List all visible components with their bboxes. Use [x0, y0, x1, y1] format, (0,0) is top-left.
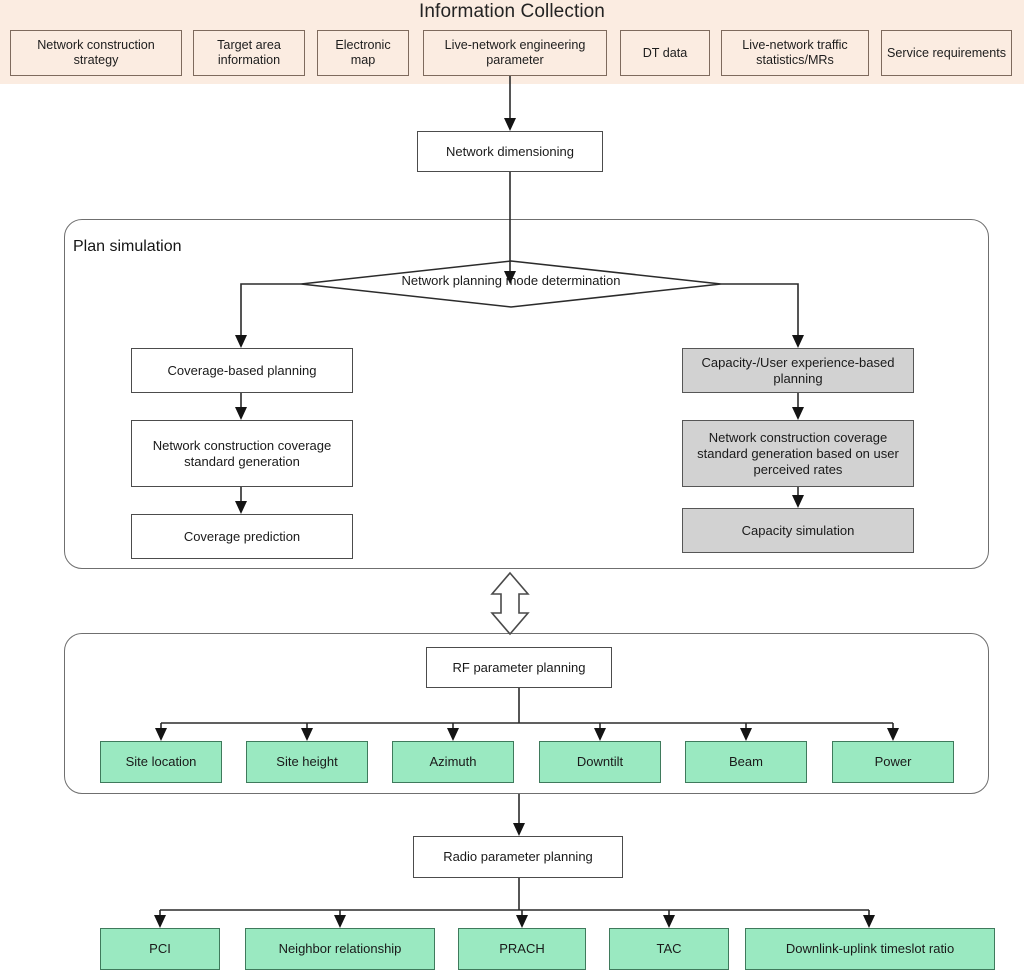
radio-parameter-planning-box[interactable]: Radio parameter planning — [413, 836, 623, 878]
box-label: Site location — [125, 754, 197, 769]
bidirectional-arrow-icon — [490, 571, 530, 636]
radio-parameter-planning-label: Radio parameter planning — [443, 849, 593, 864]
source-box-label: Target area information — [217, 38, 281, 67]
network-dimensioning-box[interactable]: Network dimensioning — [417, 131, 603, 172]
source-box-electronic-map[interactable]: Electronic map — [317, 30, 409, 76]
box-label: Coverage-based planning — [167, 362, 317, 378]
source-box-label: Service requirements — [887, 45, 1006, 60]
source-box-target-area-information[interactable]: Target area information — [193, 30, 305, 76]
decision-label: Network planning mode determination — [401, 273, 621, 288]
capacity-user-experience-based-planning-box[interactable]: Capacity-/User experience-based planning — [682, 348, 914, 393]
radio-item-downlink-uplink-timeslot-ratio[interactable]: Downlink-uplink timeslot ratio — [745, 928, 995, 970]
arrowhead-radio-1 — [154, 915, 166, 928]
rf-parameter-planning-box[interactable]: RF parameter planning — [426, 647, 612, 688]
arrowhead-radio-4 — [663, 915, 675, 928]
box-label: PCI — [149, 941, 171, 956]
box-label: Site height — [276, 754, 338, 769]
source-box-label: Live-network engineering parameter — [444, 38, 586, 67]
network-planning-mode-decision[interactable]: Network planning mode determination — [301, 259, 721, 309]
box-label: Beam — [729, 754, 763, 769]
box-label: Capacity-/User experience-based planning — [701, 354, 895, 386]
box-label: Power — [874, 754, 912, 769]
rf-parameter-planning-label: RF parameter planning — [452, 659, 586, 675]
capacity-simulation-box[interactable]: Capacity simulation — [682, 508, 914, 553]
box-label: Network construction coverage standard g… — [697, 429, 899, 477]
box-label: Capacity simulation — [741, 522, 855, 538]
source-box-network-construction-strategy[interactable]: Network construction strategy — [10, 30, 182, 76]
box-label: Network construction coverage standard g… — [152, 437, 332, 469]
arrowhead-radio-3 — [516, 915, 528, 928]
arrowhead-radio-2 — [334, 915, 346, 928]
radio-item-prach[interactable]: PRACH — [458, 928, 586, 970]
coverage-prediction-box[interactable]: Coverage prediction — [131, 514, 353, 559]
box-label: Neighbor relationship — [278, 941, 402, 956]
source-box-live-network-engineering-parameter[interactable]: Live-network engineering parameter — [423, 30, 607, 76]
source-box-label: Electronic map — [335, 38, 391, 67]
plan-simulation-label: Plan simulation — [73, 238, 182, 255]
rf-item-site-height[interactable]: Site height — [246, 741, 368, 783]
box-label: Downtilt — [576, 754, 624, 769]
radio-item-pci[interactable]: PCI — [100, 928, 220, 970]
source-box-label: Network construction strategy — [37, 38, 155, 67]
radio-item-tac[interactable]: TAC — [609, 928, 729, 970]
arrowhead-dimensioning — [504, 118, 516, 131]
source-box-live-network-traffic-statistics[interactable]: Live-network traffic statistics/MRs — [721, 30, 869, 76]
banner-title: Information Collection — [419, 1, 605, 22]
network-construction-coverage-standard-generation-box[interactable]: Network construction coverage standard g… — [131, 420, 353, 487]
arrowhead-radio — [513, 823, 525, 836]
arrowhead-radio-5 — [863, 915, 875, 928]
network-dimensioning-label: Network dimensioning — [446, 143, 574, 159]
rf-item-beam[interactable]: Beam — [685, 741, 807, 783]
network-construction-coverage-standard-user-rates-box[interactable]: Network construction coverage standard g… — [682, 420, 914, 487]
box-label: Azimuth — [429, 754, 477, 769]
rf-item-power[interactable]: Power — [832, 741, 954, 783]
rf-item-azimuth[interactable]: Azimuth — [392, 741, 514, 783]
box-label: Coverage prediction — [183, 528, 301, 544]
radio-item-neighbor-relationship[interactable]: Neighbor relationship — [245, 928, 435, 970]
source-box-dt-data[interactable]: DT data — [620, 30, 710, 76]
source-box-service-requirements[interactable]: Service requirements — [881, 30, 1012, 76]
source-box-label: Live-network traffic statistics/MRs — [742, 38, 848, 67]
box-label: TAC — [656, 941, 682, 956]
rf-item-site-location[interactable]: Site location — [100, 741, 222, 783]
source-box-label: DT data — [642, 45, 688, 60]
coverage-based-planning-box[interactable]: Coverage-based planning — [131, 348, 353, 393]
rf-item-downtilt[interactable]: Downtilt — [539, 741, 661, 783]
box-label: Downlink-uplink timeslot ratio — [785, 941, 955, 956]
box-label: PRACH — [499, 941, 545, 956]
flowchart-canvas: Information Collection Network construct… — [0, 0, 1024, 977]
